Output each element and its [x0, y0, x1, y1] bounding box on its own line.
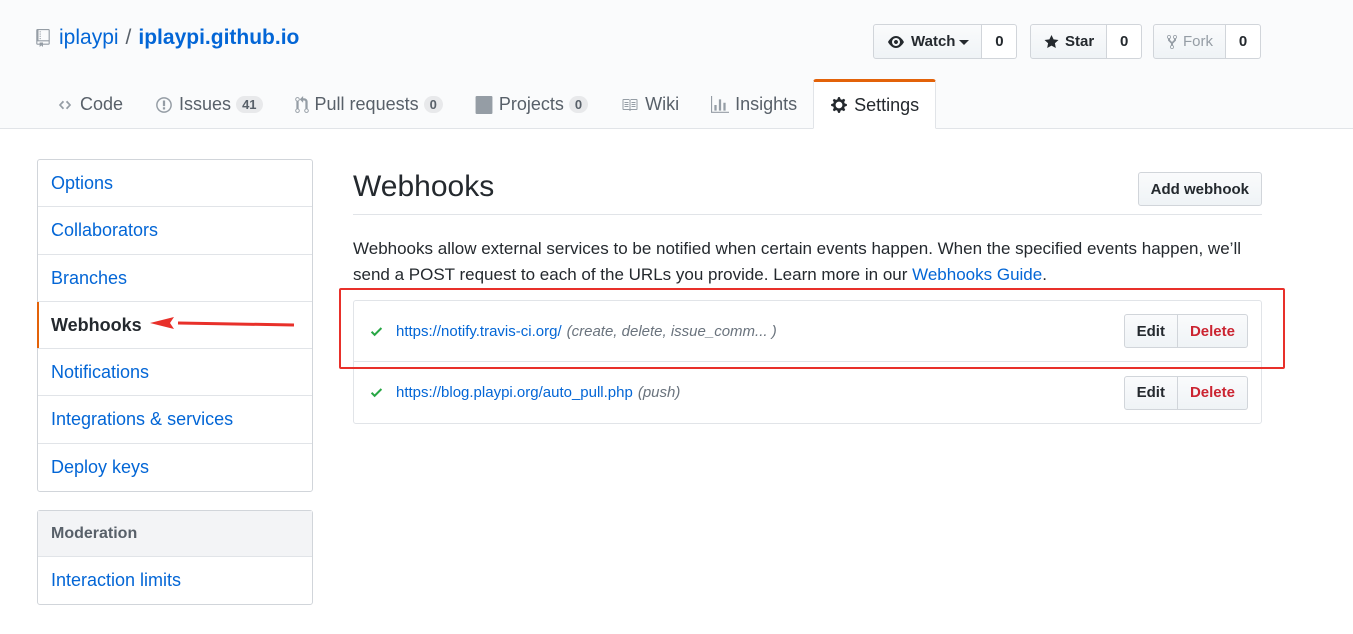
repo-separator: / — [125, 26, 132, 49]
tab-wiki-label: Wiki — [645, 94, 680, 114]
repo-owner-link[interactable]: iplaypi — [59, 26, 119, 50]
menu-item-branches[interactable]: Branches — [38, 255, 312, 302]
fork-button[interactable]: Fork — [1153, 24, 1226, 59]
tab-issues[interactable]: Issues 41 — [139, 80, 279, 129]
webhooks-description: Webhooks allow external services to be n… — [353, 236, 1265, 288]
watch-group: Watch 0 — [873, 24, 1018, 59]
webhook-row: https://notify.travis-ci.org/ (create, d… — [354, 301, 1261, 362]
annotation-arrow — [150, 317, 295, 329]
project-icon — [475, 95, 493, 114]
webhook-url[interactable]: https://notify.travis-ci.org/ — [396, 323, 562, 340]
watch-count[interactable]: 0 — [982, 24, 1018, 59]
subhead: Webhooks Add webhook — [353, 160, 1262, 215]
tab-insights[interactable]: Insights — [695, 80, 813, 129]
tab-wiki[interactable]: Wiki — [604, 80, 695, 129]
projects-counter: 0 — [568, 96, 589, 113]
page-title: Webhooks — [353, 170, 495, 203]
code-icon — [58, 100, 72, 109]
check-icon — [370, 326, 383, 336]
repo-nav: Code Issues 41 Pull requests 0 Projects … — [40, 79, 937, 129]
fork-group: Fork 0 — [1153, 24, 1261, 59]
webhooks-guide-link[interactable]: Webhooks Guide — [912, 265, 1042, 284]
description-text: Webhooks allow external services to be n… — [353, 239, 1241, 284]
star-button[interactable]: Star — [1030, 24, 1108, 59]
webhook-events: (create, delete, issue_comm... ) — [566, 322, 777, 340]
tab-pull-requests-label: Pull requests — [314, 94, 419, 114]
check-icon — [370, 388, 383, 398]
fork-icon — [1167, 34, 1177, 49]
book-icon — [622, 98, 638, 111]
moderation-menu: Moderation Interaction limits — [37, 510, 313, 606]
delete-button[interactable]: Delete — [1177, 375, 1248, 410]
webhook-url[interactable]: https://blog.playpi.org/auto_pull.php — [396, 384, 633, 401]
webhooks-main: Webhooks Add webhook Webhooks allow exte… — [353, 160, 1262, 288]
tab-settings-label: Settings — [854, 94, 920, 115]
issues-counter: 41 — [236, 96, 263, 113]
tab-code-label: Code — [80, 94, 124, 114]
star-label: Star — [1065, 33, 1095, 50]
tab-projects-label: Projects — [498, 94, 564, 114]
webhook-row: https://blog.playpi.org/auto_pull.php (p… — [354, 362, 1261, 423]
repo-name-link[interactable]: iplaypi.github.io — [138, 26, 299, 50]
watch-label: Watch — [911, 33, 956, 50]
menu-item-deploy-keys[interactable]: Deploy keys — [38, 444, 312, 491]
fork-count[interactable]: 0 — [1226, 24, 1261, 59]
caret-down-icon — [959, 39, 970, 45]
fork-label: Fork — [1183, 33, 1213, 50]
edit-button[interactable]: Edit — [1123, 375, 1178, 410]
repo-title: iplaypi / iplaypi.github.io — [36, 26, 299, 50]
menu-item-options[interactable]: Options — [38, 160, 312, 208]
tab-issues-label: Issues — [179, 94, 232, 114]
tab-code[interactable]: Code — [40, 80, 139, 129]
delete-button[interactable]: Delete — [1177, 314, 1248, 348]
gear-icon — [831, 97, 848, 113]
webhook-actions: Edit Delete — [1123, 375, 1248, 410]
repo-icon — [36, 29, 50, 47]
star-icon — [1044, 34, 1059, 48]
moderation-heading: Moderation — [38, 511, 312, 557]
tab-pull-requests[interactable]: Pull requests 0 — [279, 80, 459, 129]
graph-icon — [711, 95, 730, 113]
edit-button[interactable]: Edit — [1123, 314, 1178, 348]
eye-icon — [888, 35, 904, 48]
star-count[interactable]: 0 — [1107, 24, 1143, 59]
add-webhook-button[interactable]: Add webhook — [1137, 172, 1262, 206]
tab-projects[interactable]: Projects 0 — [459, 80, 604, 129]
tab-insights-label: Insights — [735, 94, 798, 114]
webhook-actions: Edit Delete — [1123, 314, 1248, 348]
repo-header: iplaypi / iplaypi.github.io Watch 0 Star… — [0, 0, 1353, 129]
issue-icon — [156, 96, 172, 113]
webhook-list: https://notify.travis-ci.org/ (create, d… — [353, 300, 1262, 424]
star-group: Star 0 — [1030, 24, 1143, 59]
menu-item-integrations[interactable]: Integrations & services — [38, 396, 312, 444]
pull-requests-counter: 0 — [423, 96, 443, 113]
pull-request-icon — [294, 95, 309, 113]
watch-button[interactable]: Watch — [873, 24, 983, 59]
menu-item-interaction-limits[interactable]: Interaction limits — [38, 557, 312, 604]
menu-item-notifications[interactable]: Notifications — [38, 349, 312, 397]
menu-item-collaborators[interactable]: Collaborators — [38, 207, 312, 255]
webhook-events: (push) — [637, 384, 681, 401]
description-end: . — [1042, 265, 1047, 284]
tab-settings[interactable]: Settings — [813, 79, 937, 129]
